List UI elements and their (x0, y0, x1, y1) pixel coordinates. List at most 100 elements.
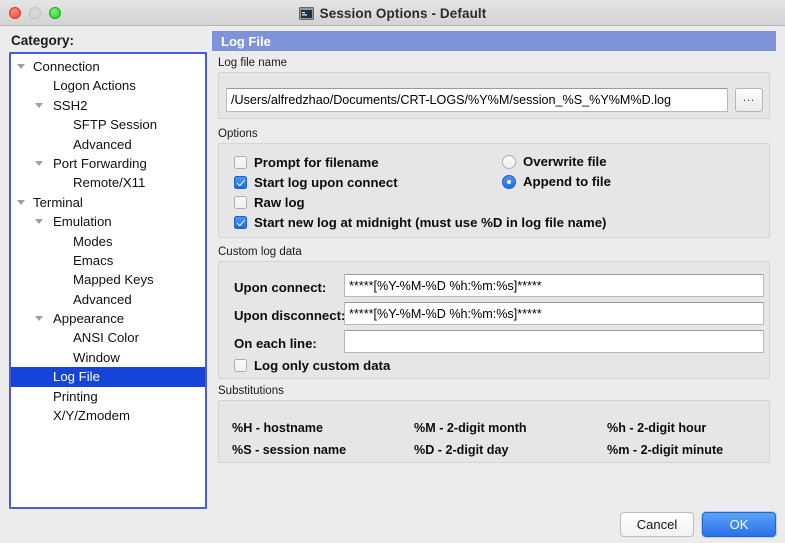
checkbox-raw-log[interactable]: Raw log (234, 195, 305, 210)
checkbox-box[interactable] (234, 156, 247, 169)
sidebar-item-connection[interactable]: Connection (11, 57, 205, 76)
substitutions-group-title: Substitutions (218, 385, 284, 397)
options-group-title: Options (218, 128, 258, 140)
pane-title: Log File (221, 33, 271, 49)
disclosure-triangle-icon[interactable] (17, 64, 25, 69)
logfile-group-title: Log file name (218, 57, 288, 69)
checkbox-label: Prompt for filename (254, 155, 379, 170)
radio-label: Append to file (523, 174, 611, 189)
disclosure-triangle-icon[interactable] (35, 316, 43, 322)
disclosure-triangle-icon[interactable] (35, 102, 43, 108)
upon-disconnect-input[interactable]: *****[%Y-%M-%D %h:%m:%s]***** (344, 302, 764, 325)
sidebar-item-mapped-keys[interactable]: Mapped Keys (11, 270, 205, 289)
radio-label: Overwrite file (523, 154, 607, 169)
sidebar-item-label: Advanced (73, 291, 132, 307)
sidebar-item-ssh2[interactable]: SSH2 (11, 96, 205, 115)
sidebar-item-label: ANSI Color (73, 330, 139, 346)
sidebar-item-terminal[interactable]: Terminal (11, 193, 205, 212)
checkbox-start-new-log-at-midnight[interactable]: Start new log at midnight (must use %D i… (234, 215, 606, 230)
disclosure-triangle-icon[interactable] (35, 219, 43, 225)
sidebar-item-advanced[interactable]: Advanced (11, 290, 205, 309)
cancel-button[interactable]: Cancel (620, 512, 694, 537)
sidebar-item-port-forwarding[interactable]: Port Forwarding (11, 154, 205, 173)
checkbox-label: Start log upon connect (254, 175, 398, 190)
checkbox-box[interactable] (234, 359, 247, 372)
category-label: Category: (11, 33, 75, 48)
substitution-day: %D - 2-digit day (414, 443, 509, 457)
radio-button[interactable] (502, 154, 516, 169)
upon-disconnect-label: Upon disconnect: (234, 308, 346, 323)
maximize-window-button[interactable] (49, 7, 61, 19)
on-each-line-label: On each line: (234, 336, 317, 351)
options-pane: Log File Log file name /Users/alfredzhao… (212, 31, 776, 486)
ok-button[interactable]: OK (702, 512, 776, 537)
disclosure-triangle-icon[interactable] (17, 199, 25, 205)
checkbox-start-log-upon-connect[interactable]: Start log upon connect (234, 175, 398, 190)
checkbox-label: Start new log at midnight (must use %D i… (254, 215, 607, 230)
sidebar-item-label: Connection (33, 59, 100, 74)
sidebar-item-log-file[interactable]: Log File (11, 367, 205, 387)
sidebar-item-label: Logon Actions (53, 78, 136, 94)
upon-connect-label: Upon connect: (234, 280, 327, 295)
sidebar-item-label: Window (73, 349, 120, 365)
sidebar-item-label: Modes (73, 233, 113, 249)
substitution-session-name: %S - session name (232, 443, 347, 457)
browse-logfile-button[interactable]: ... (735, 88, 763, 112)
custom-log-data-group: Custom log data Upon connect: *****[%Y-%… (218, 246, 770, 379)
custom-group-title: Custom log data (218, 246, 302, 258)
sidebar-item-label: SFTP Session (73, 117, 158, 133)
checkbox-log-only-custom-data[interactable]: Log only custom data (234, 358, 390, 373)
options-group: Options Prompt for filename Start log up… (218, 128, 770, 238)
window-title-group: Session Options - Default (0, 0, 785, 26)
sidebar-item-printing[interactable]: Printing (11, 387, 205, 406)
sidebar-item-emulation[interactable]: Emulation (11, 212, 205, 231)
logfile-name-input[interactable]: /Users/alfredzhao/Documents/CRT-LOGS/%Y%… (226, 88, 728, 112)
sidebar-item-remote-x11[interactable]: Remote/X11 (11, 173, 205, 192)
checkbox-box[interactable] (234, 216, 247, 229)
sidebar-item-label: Emacs (73, 252, 114, 268)
on-each-line-input[interactable] (344, 330, 764, 353)
sidebar-item-label: Terminal (33, 194, 83, 210)
checkbox-label: Raw log (254, 195, 305, 210)
checkbox-box[interactable] (234, 196, 247, 209)
checkbox-label: Log only custom data (254, 358, 391, 373)
sidebar-item-label: X/Y/Zmodem (53, 408, 130, 424)
radio-button[interactable] (502, 174, 516, 189)
pane-header: Log File (212, 31, 776, 51)
checkbox-box[interactable] (234, 176, 247, 189)
radio-append-to-file[interactable]: Append to file (502, 174, 611, 189)
window-titlebar: Session Options - Default (0, 0, 785, 26)
sidebar-item-label: Appearance (53, 311, 125, 327)
sidebar-item-label: Printing (53, 388, 98, 404)
disclosure-triangle-icon[interactable] (35, 160, 43, 166)
session-options-dialog: Session Options - Default Category: Conn… (0, 0, 785, 543)
substitutions-group: Substitutions %H - hostname %M - 2-digit… (218, 385, 770, 463)
category-tree[interactable]: Connection Logon Actions SSH2 SFTP Session A… (9, 52, 207, 509)
upon-connect-input[interactable]: *****[%Y-%M-%D %h:%m:%s]***** (344, 274, 764, 297)
sidebar-item-logon-actions[interactable]: Logon Actions (11, 76, 205, 95)
sidebar-item-ansi-color[interactable]: ANSI Color (11, 328, 205, 347)
close-window-button[interactable] (9, 7, 21, 19)
terminal-window-icon (298, 6, 314, 20)
sidebar-item-label: Advanced (73, 136, 132, 152)
checkbox-prompt-for-filename[interactable]: Prompt for filename (234, 155, 379, 170)
sidebar-item-label: Log File (53, 369, 100, 385)
window-title: Session Options - Default (319, 5, 487, 21)
sidebar-item-sftp-session[interactable]: SFTP Session (11, 115, 205, 134)
substitution-minute: %m - 2-digit minute (607, 443, 724, 457)
sidebar-item-modes[interactable]: Modes (11, 232, 205, 251)
sidebar-item-advanced[interactable]: Advanced (11, 135, 205, 154)
window-controls (9, 7, 61, 19)
logfile-group: Log file name /Users/alfredzhao/Document… (218, 57, 770, 119)
minimize-window-button[interactable] (29, 7, 41, 19)
radio-overwrite-file[interactable]: Overwrite file (502, 154, 607, 169)
sidebar-item-x-y-zmodem[interactable]: X/Y/Zmodem (11, 406, 205, 425)
sidebar-item-label: Remote/X11 (73, 175, 146, 191)
sidebar-item-label: Mapped Keys (73, 272, 154, 288)
substitution-hour: %h - 2-digit hour (607, 421, 707, 435)
sidebar-item-appearance[interactable]: Appearance (11, 309, 205, 328)
sidebar-item-window[interactable]: Window (11, 348, 205, 367)
sidebar-item-emacs[interactable]: Emacs (11, 251, 205, 270)
sidebar-item-label: Port Forwarding (53, 155, 147, 171)
sidebar-item-label: SSH2 (53, 97, 88, 113)
